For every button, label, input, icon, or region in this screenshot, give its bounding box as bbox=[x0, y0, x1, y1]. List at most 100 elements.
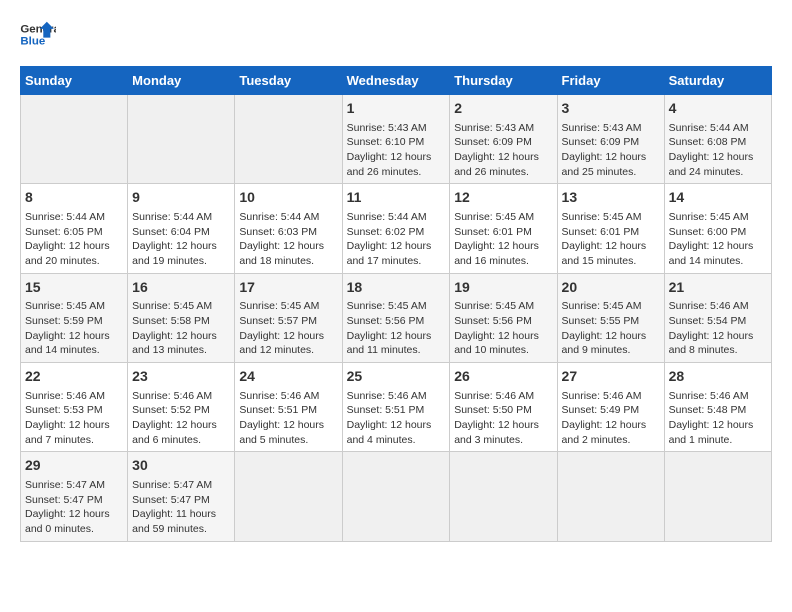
svg-text:Blue: Blue bbox=[20, 36, 45, 48]
calendar-cell: 30Sunrise: 5:47 AMSunset: 5:47 PMDayligh… bbox=[128, 452, 235, 541]
day-info: Sunrise: 5:46 AMSunset: 5:51 PMDaylight:… bbox=[239, 389, 337, 448]
header: General Blue bbox=[20, 20, 772, 50]
day-number: 11 bbox=[347, 188, 446, 208]
weekday-header-friday: Friday bbox=[557, 67, 664, 95]
day-number: 2 bbox=[454, 99, 552, 119]
calendar-cell bbox=[235, 95, 342, 184]
day-info: Sunrise: 5:43 AMSunset: 6:09 PMDaylight:… bbox=[562, 121, 660, 180]
weekday-header-wednesday: Wednesday bbox=[342, 67, 450, 95]
day-number: 13 bbox=[562, 188, 660, 208]
day-info: Sunrise: 5:44 AMSunset: 6:08 PMDaylight:… bbox=[669, 121, 767, 180]
day-number: 28 bbox=[669, 367, 767, 387]
calendar-cell: 20Sunrise: 5:45 AMSunset: 5:55 PMDayligh… bbox=[557, 273, 664, 362]
calendar-cell: 14Sunrise: 5:45 AMSunset: 6:00 PMDayligh… bbox=[664, 184, 771, 273]
weekday-header-thursday: Thursday bbox=[450, 67, 557, 95]
svg-text:General: General bbox=[20, 23, 56, 35]
calendar-cell: 11Sunrise: 5:44 AMSunset: 6:02 PMDayligh… bbox=[342, 184, 450, 273]
day-number: 20 bbox=[562, 278, 660, 298]
day-info: Sunrise: 5:45 AMSunset: 5:59 PMDaylight:… bbox=[25, 299, 123, 358]
calendar-cell: 27Sunrise: 5:46 AMSunset: 5:49 PMDayligh… bbox=[557, 363, 664, 452]
day-info: Sunrise: 5:44 AMSunset: 6:02 PMDaylight:… bbox=[347, 210, 446, 269]
calendar-cell: 16Sunrise: 5:45 AMSunset: 5:58 PMDayligh… bbox=[128, 273, 235, 362]
day-number: 18 bbox=[347, 278, 446, 298]
calendar-body: 1Sunrise: 5:43 AMSunset: 6:10 PMDaylight… bbox=[21, 95, 772, 542]
calendar-cell: 29Sunrise: 5:47 AMSunset: 5:47 PMDayligh… bbox=[21, 452, 128, 541]
calendar-cell: 2Sunrise: 5:43 AMSunset: 6:09 PMDaylight… bbox=[450, 95, 557, 184]
day-number: 10 bbox=[239, 188, 337, 208]
day-number: 12 bbox=[454, 188, 552, 208]
weekday-header-tuesday: Tuesday bbox=[235, 67, 342, 95]
calendar-cell: 17Sunrise: 5:45 AMSunset: 5:57 PMDayligh… bbox=[235, 273, 342, 362]
calendar-cell: 23Sunrise: 5:46 AMSunset: 5:52 PMDayligh… bbox=[128, 363, 235, 452]
day-number: 3 bbox=[562, 99, 660, 119]
day-info: Sunrise: 5:46 AMSunset: 5:52 PMDaylight:… bbox=[132, 389, 230, 448]
calendar-cell bbox=[128, 95, 235, 184]
calendar-week-1: 8Sunrise: 5:44 AMSunset: 6:05 PMDaylight… bbox=[21, 184, 772, 273]
day-info: Sunrise: 5:43 AMSunset: 6:09 PMDaylight:… bbox=[454, 121, 552, 180]
day-number: 1 bbox=[347, 99, 446, 119]
weekday-header-monday: Monday bbox=[128, 67, 235, 95]
day-number: 19 bbox=[454, 278, 552, 298]
weekday-header-sunday: Sunday bbox=[21, 67, 128, 95]
calendar-cell: 19Sunrise: 5:45 AMSunset: 5:56 PMDayligh… bbox=[450, 273, 557, 362]
day-number: 17 bbox=[239, 278, 337, 298]
calendar-cell: 18Sunrise: 5:45 AMSunset: 5:56 PMDayligh… bbox=[342, 273, 450, 362]
calendar-table: SundayMondayTuesdayWednesdayThursdayFrid… bbox=[20, 66, 772, 542]
calendar-cell bbox=[557, 452, 664, 541]
day-number: 23 bbox=[132, 367, 230, 387]
calendar-cell bbox=[664, 452, 771, 541]
calendar-cell: 1Sunrise: 5:43 AMSunset: 6:10 PMDaylight… bbox=[342, 95, 450, 184]
day-info: Sunrise: 5:44 AMSunset: 6:03 PMDaylight:… bbox=[239, 210, 337, 269]
day-info: Sunrise: 5:44 AMSunset: 6:05 PMDaylight:… bbox=[25, 210, 123, 269]
day-info: Sunrise: 5:45 AMSunset: 5:56 PMDaylight:… bbox=[347, 299, 446, 358]
day-info: Sunrise: 5:47 AMSunset: 5:47 PMDaylight:… bbox=[25, 478, 123, 537]
calendar-cell: 26Sunrise: 5:46 AMSunset: 5:50 PMDayligh… bbox=[450, 363, 557, 452]
calendar-cell bbox=[342, 452, 450, 541]
day-number: 14 bbox=[669, 188, 767, 208]
calendar-week-2: 15Sunrise: 5:45 AMSunset: 5:59 PMDayligh… bbox=[21, 273, 772, 362]
calendar-cell: 8Sunrise: 5:44 AMSunset: 6:05 PMDaylight… bbox=[21, 184, 128, 273]
calendar-cell bbox=[235, 452, 342, 541]
day-number: 21 bbox=[669, 278, 767, 298]
day-info: Sunrise: 5:43 AMSunset: 6:10 PMDaylight:… bbox=[347, 121, 446, 180]
calendar-cell: 12Sunrise: 5:45 AMSunset: 6:01 PMDayligh… bbox=[450, 184, 557, 273]
day-number: 16 bbox=[132, 278, 230, 298]
day-number: 22 bbox=[25, 367, 123, 387]
day-number: 26 bbox=[454, 367, 552, 387]
day-info: Sunrise: 5:45 AMSunset: 6:01 PMDaylight:… bbox=[562, 210, 660, 269]
calendar-cell: 15Sunrise: 5:45 AMSunset: 5:59 PMDayligh… bbox=[21, 273, 128, 362]
logo: General Blue bbox=[20, 20, 56, 50]
day-number: 24 bbox=[239, 367, 337, 387]
day-info: Sunrise: 5:45 AMSunset: 5:56 PMDaylight:… bbox=[454, 299, 552, 358]
day-info: Sunrise: 5:46 AMSunset: 5:48 PMDaylight:… bbox=[669, 389, 767, 448]
day-info: Sunrise: 5:46 AMSunset: 5:53 PMDaylight:… bbox=[25, 389, 123, 448]
calendar-cell: 28Sunrise: 5:46 AMSunset: 5:48 PMDayligh… bbox=[664, 363, 771, 452]
calendar-week-0: 1Sunrise: 5:43 AMSunset: 6:10 PMDaylight… bbox=[21, 95, 772, 184]
day-info: Sunrise: 5:44 AMSunset: 6:04 PMDaylight:… bbox=[132, 210, 230, 269]
calendar-cell: 9Sunrise: 5:44 AMSunset: 6:04 PMDaylight… bbox=[128, 184, 235, 273]
day-info: Sunrise: 5:47 AMSunset: 5:47 PMDaylight:… bbox=[132, 478, 230, 537]
day-info: Sunrise: 5:46 AMSunset: 5:54 PMDaylight:… bbox=[669, 299, 767, 358]
day-number: 9 bbox=[132, 188, 230, 208]
day-info: Sunrise: 5:46 AMSunset: 5:49 PMDaylight:… bbox=[562, 389, 660, 448]
calendar-cell: 24Sunrise: 5:46 AMSunset: 5:51 PMDayligh… bbox=[235, 363, 342, 452]
calendar-cell: 13Sunrise: 5:45 AMSunset: 6:01 PMDayligh… bbox=[557, 184, 664, 273]
calendar-cell bbox=[21, 95, 128, 184]
day-number: 15 bbox=[25, 278, 123, 298]
day-number: 4 bbox=[669, 99, 767, 119]
day-info: Sunrise: 5:45 AMSunset: 5:58 PMDaylight:… bbox=[132, 299, 230, 358]
day-number: 25 bbox=[347, 367, 446, 387]
day-info: Sunrise: 5:45 AMSunset: 5:55 PMDaylight:… bbox=[562, 299, 660, 358]
calendar-cell: 25Sunrise: 5:46 AMSunset: 5:51 PMDayligh… bbox=[342, 363, 450, 452]
day-info: Sunrise: 5:45 AMSunset: 5:57 PMDaylight:… bbox=[239, 299, 337, 358]
day-info: Sunrise: 5:46 AMSunset: 5:51 PMDaylight:… bbox=[347, 389, 446, 448]
calendar-week-4: 29Sunrise: 5:47 AMSunset: 5:47 PMDayligh… bbox=[21, 452, 772, 541]
day-number: 29 bbox=[25, 456, 123, 476]
day-number: 27 bbox=[562, 367, 660, 387]
weekday-header-saturday: Saturday bbox=[664, 67, 771, 95]
calendar-cell: 4Sunrise: 5:44 AMSunset: 6:08 PMDaylight… bbox=[664, 95, 771, 184]
calendar-week-3: 22Sunrise: 5:46 AMSunset: 5:53 PMDayligh… bbox=[21, 363, 772, 452]
day-info: Sunrise: 5:45 AMSunset: 6:01 PMDaylight:… bbox=[454, 210, 552, 269]
day-info: Sunrise: 5:45 AMSunset: 6:00 PMDaylight:… bbox=[669, 210, 767, 269]
calendar-cell: 21Sunrise: 5:46 AMSunset: 5:54 PMDayligh… bbox=[664, 273, 771, 362]
